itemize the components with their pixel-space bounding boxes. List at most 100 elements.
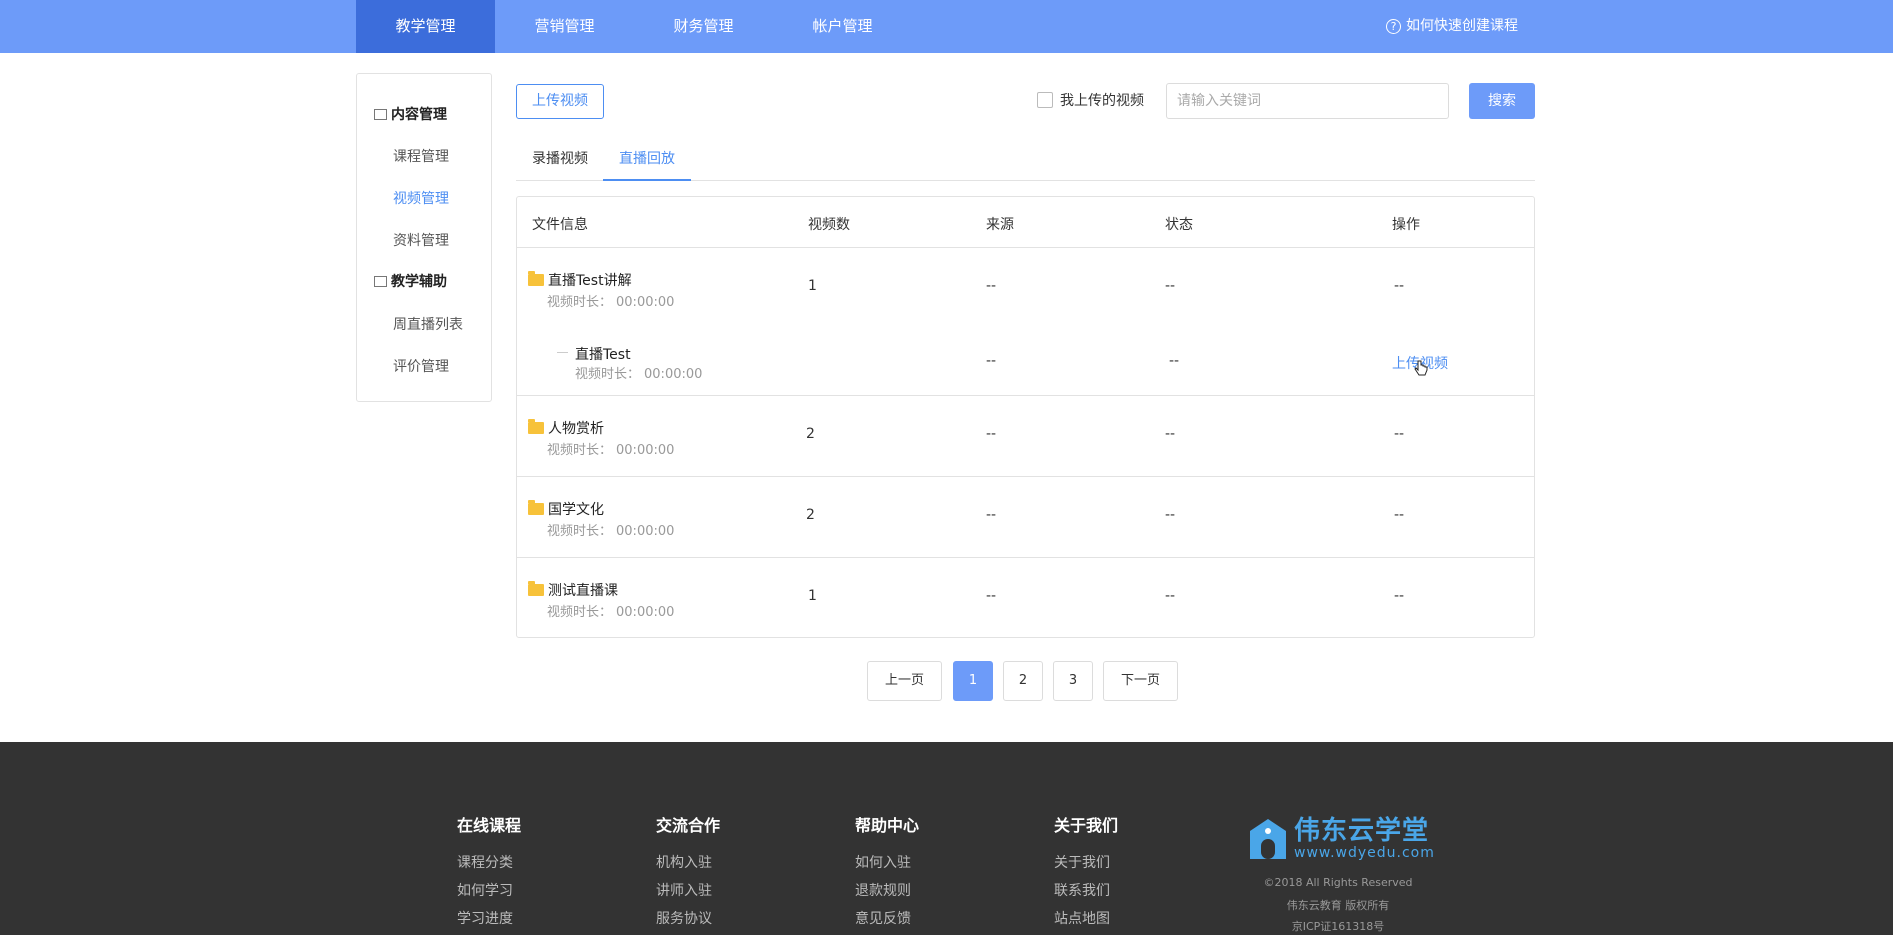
source-value: --	[986, 353, 997, 369]
footer-column-title: 帮助中心	[855, 816, 920, 835]
footer-link[interactable]: 服务协议	[656, 908, 720, 936]
footer-link[interactable]: 联系我们	[1054, 880, 1118, 908]
duration-text: 视频时长： 00:00:00	[547, 443, 675, 458]
operation-value: --	[1394, 507, 1405, 523]
duration-text: 视频时长： 00:00:00	[547, 295, 675, 310]
folder-name: 直播Test讲解	[548, 273, 632, 289]
video-count: 1	[808, 588, 817, 604]
operation-value: --	[1394, 278, 1405, 294]
footer-column-title: 关于我们	[1054, 816, 1119, 835]
video-count: 2	[806, 426, 815, 442]
help-create-course-link[interactable]: ? 如何快速创建课程	[1386, 0, 1518, 53]
status-value: --	[1165, 588, 1176, 604]
page-2-button[interactable]: 2	[1003, 661, 1043, 701]
status-value: --	[1169, 353, 1180, 369]
folder-name: 测试直播课	[548, 583, 618, 599]
sidebar-item-review-management[interactable]: 评价管理	[393, 356, 449, 376]
next-page-button[interactable]: 下一页	[1103, 661, 1178, 701]
tab-live-replay[interactable]: 直播回放	[603, 145, 691, 181]
footer-link[interactable]: 讲师入驻	[656, 880, 720, 908]
duration-text: 视频时长： 00:00:00	[547, 605, 675, 620]
footer-link[interactable]: 退款规则	[855, 880, 919, 908]
top-navbar: 教学管理 营销管理 财务管理 帐户管理 ? 如何快速创建课程	[0, 0, 1893, 53]
folder-name: 人物赏析	[548, 421, 604, 437]
table-row: 测试直播课 视频时长： 00:00:00 1 -- -- --	[517, 558, 1534, 638]
sidebar: 内容管理 课程管理 视频管理 资料管理 教学辅助 周直播列表 评价管理	[356, 73, 492, 402]
footer-link[interactable]: 如何学习	[457, 880, 521, 908]
source-value: --	[986, 507, 997, 523]
table-row: 国学文化 视频时长： 00:00:00 2 -- -- --	[517, 477, 1534, 558]
table-row: 人物赏析 视频时长： 00:00:00 2 -- -- --	[517, 396, 1534, 477]
duration-text: 视频时长： 00:00:00	[575, 367, 703, 382]
tab-recorded-video[interactable]: 录播视频	[532, 145, 588, 181]
question-icon: ?	[1386, 19, 1401, 34]
nav-teaching-management[interactable]: 教学管理	[356, 0, 495, 53]
sidebar-group-label: 内容管理	[391, 107, 447, 123]
footer-column-cooperation: 交流合作 机构入驻 讲师入驻 服务协议	[656, 812, 720, 936]
sidebar-group-content: 内容管理	[374, 104, 447, 124]
footer-link[interactable]: 站点地图	[1054, 908, 1118, 936]
brand-name: 伟东云学堂	[1294, 816, 1430, 846]
page-3-button[interactable]: 3	[1053, 661, 1093, 701]
nav-finance-management[interactable]: 财务管理	[634, 0, 773, 53]
duration-text: 视频时长： 00:00:00	[547, 524, 675, 539]
folder-outline-icon	[374, 275, 387, 287]
table-row: 直播Test讲解 视频时长： 00:00:00 1 -- -- -- 直播Test…	[517, 248, 1534, 396]
source-value: --	[986, 588, 997, 604]
help-link-label: 如何快速创建课程	[1406, 18, 1518, 34]
copyright-text: ©2018 All Rights Reserved	[1263, 876, 1413, 889]
header-operation: 操作	[1392, 217, 1420, 233]
header-status: 状态	[1165, 217, 1193, 233]
footer-column-title: 在线课程	[457, 816, 522, 835]
main-nav: 教学管理 营销管理 财务管理 帐户管理	[356, 0, 912, 53]
footer-column-help-center: 帮助中心 如何入驻 退款规则 意见反馈	[855, 812, 919, 936]
header-source: 来源	[986, 217, 1014, 233]
my-uploaded-videos-filter[interactable]: 我上传的视频	[1037, 90, 1144, 110]
video-name: 直播Test	[575, 347, 631, 363]
footer-column-title: 交流合作	[656, 816, 721, 835]
folder-name: 国学文化	[548, 502, 604, 518]
footer	[0, 742, 1893, 935]
sidebar-group-label: 教学辅助	[391, 274, 447, 290]
footer-link[interactable]: 关于我们	[1054, 852, 1118, 880]
footer-link[interactable]: 机构入驻	[656, 852, 720, 880]
header-file-info: 文件信息	[532, 217, 588, 233]
operation-value: --	[1394, 426, 1405, 442]
folder-icon	[528, 271, 544, 286]
video-count: 2	[806, 507, 815, 523]
logo-house-icon	[1250, 819, 1286, 859]
sidebar-item-video-management[interactable]: 视频管理	[393, 188, 449, 208]
sidebar-group-teaching-aid: 教学辅助	[374, 271, 447, 291]
status-value: --	[1165, 426, 1176, 442]
video-table: 文件信息 视频数 来源 状态 操作 直播Test讲解 视频时长： 00:00:00…	[516, 196, 1535, 638]
my-uploaded-checkbox[interactable]	[1037, 92, 1053, 108]
footer-link[interactable]: 意见反馈	[855, 908, 919, 936]
footer-link[interactable]: 如何入驻	[855, 852, 919, 880]
list-icon	[374, 108, 387, 120]
footer-column-online-courses: 在线课程 课程分类 如何学习 学习进度	[457, 812, 521, 936]
page-1-button[interactable]: 1	[953, 661, 993, 701]
sidebar-item-course-management[interactable]: 课程管理	[393, 146, 449, 166]
folder-icon	[528, 581, 544, 596]
nav-account-management[interactable]: 帐户管理	[773, 0, 912, 53]
header-video-count: 视频数	[808, 217, 850, 233]
tree-connector	[557, 352, 568, 353]
operation-value: --	[1394, 588, 1405, 604]
folder-icon	[528, 500, 544, 515]
sidebar-item-material-management[interactable]: 资料管理	[393, 230, 449, 250]
company-text: 伟东云教育 版权所有	[1286, 899, 1390, 912]
sidebar-item-weekly-live-list[interactable]: 周直播列表	[393, 314, 463, 334]
nav-marketing-management[interactable]: 营销管理	[495, 0, 634, 53]
video-type-tabs: 录播视频 直播回放	[516, 145, 1535, 181]
search-input[interactable]	[1166, 83, 1449, 119]
footer-link[interactable]: 学习进度	[457, 908, 521, 936]
status-value: --	[1165, 278, 1176, 294]
footer-link[interactable]: 课程分类	[457, 852, 521, 880]
footer-column-about-us: 关于我们 关于我们 联系我们 站点地图	[1054, 812, 1118, 936]
folder-icon	[528, 419, 544, 434]
search-button[interactable]: 搜索	[1469, 83, 1535, 119]
brand-logo: 伟东云学堂 www.wdyedu.com	[1248, 817, 1435, 861]
icp-text: 京ICP证161318号	[1291, 920, 1385, 933]
prev-page-button[interactable]: 上一页	[867, 661, 942, 701]
upload-video-button[interactable]: 上传视频	[516, 84, 604, 119]
